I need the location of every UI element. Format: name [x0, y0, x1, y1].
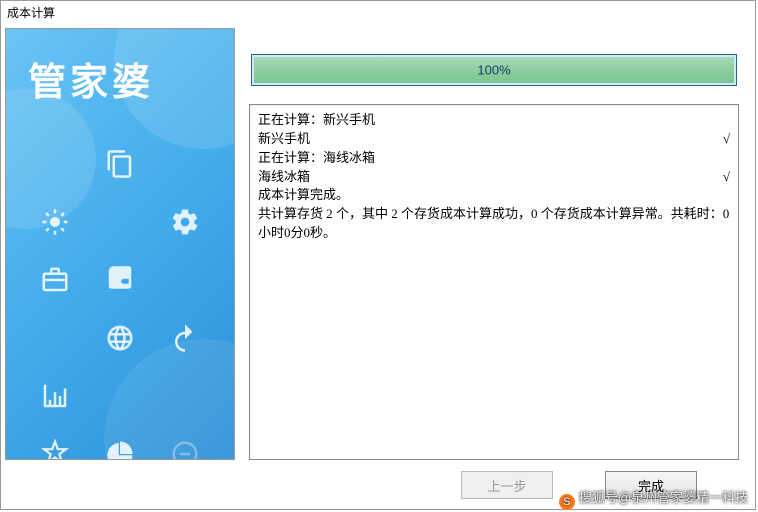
briefcase-icon	[36, 265, 75, 295]
sidebar-icon-grid	[6, 149, 234, 460]
minus-circle-icon	[165, 439, 204, 460]
sidebar: 管家婆	[5, 28, 235, 460]
finish-button[interactable]: 完成	[605, 471, 697, 499]
app-logo: 管家婆	[6, 29, 234, 106]
content-area: 管家婆	[1, 24, 755, 464]
sun-icon	[36, 207, 75, 237]
progress-label: 100%	[477, 63, 510, 78]
gear-icon	[165, 207, 204, 237]
log-line: 新兴手机√	[258, 130, 730, 149]
log-line: 正在计算：海线冰箱	[258, 149, 730, 168]
log-line: 海线冰箱√	[258, 168, 730, 187]
wallet-icon	[101, 265, 140, 295]
star-icon	[36, 439, 75, 460]
window-title: 成本计算	[1, 1, 755, 24]
pie-icon	[101, 439, 140, 460]
copy-icon	[101, 149, 140, 179]
blank-icon	[165, 381, 204, 411]
blank-icon	[36, 323, 75, 353]
chart-icon	[36, 381, 75, 411]
main-panel: 100% 正在计算：新兴手机新兴手机√正在计算：海线冰箱海线冰箱√成本计算完成。…	[235, 24, 755, 464]
progress-bar: 100%	[251, 54, 737, 86]
log-output[interactable]: 正在计算：新兴手机新兴手机√正在计算：海线冰箱海线冰箱√成本计算完成。共计算存货…	[249, 104, 739, 460]
blank-icon	[165, 265, 204, 295]
undo-icon	[165, 323, 204, 353]
prev-button: 上一步	[461, 471, 553, 499]
blank-icon	[36, 149, 75, 179]
app-window: 成本计算 管家婆	[0, 0, 756, 510]
log-line: 成本计算完成。	[258, 186, 730, 205]
globe-icon	[101, 323, 140, 353]
button-bar: 上一步 完成	[1, 464, 755, 506]
log-line: 共计算存货 2 个，其中 2 个存货成本计算成功，0 个存货成本计算异常。共耗时…	[258, 205, 730, 243]
blank-icon	[165, 149, 204, 179]
log-line: 正在计算：新兴手机	[258, 111, 730, 130]
blank-icon	[101, 207, 140, 237]
blank-icon	[101, 381, 140, 411]
